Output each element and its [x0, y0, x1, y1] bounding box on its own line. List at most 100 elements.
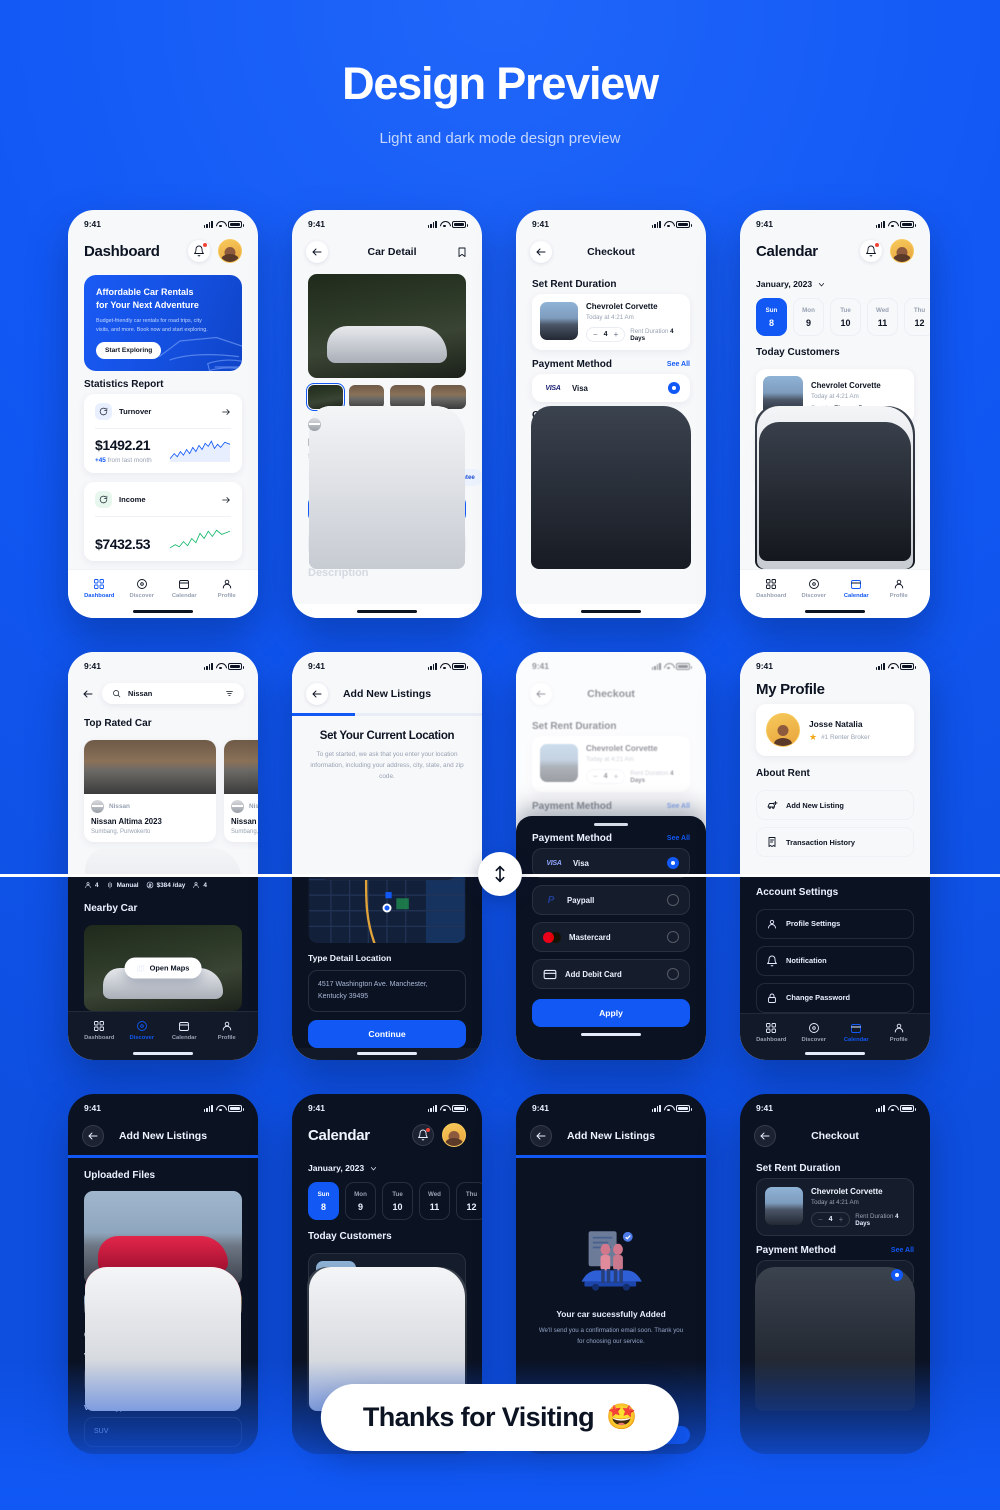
tab-profile[interactable]: Profile [206, 578, 249, 599]
apply-button[interactable]: Apply [532, 999, 690, 1027]
radio[interactable] [667, 894, 679, 906]
day-strip[interactable]: Sun 8 Mon 9 Tue 10 Wed 11 Thu 12 [292, 1173, 482, 1220]
tab-dashboard[interactable]: Dashboard [78, 578, 121, 599]
back-button[interactable] [82, 1125, 104, 1147]
day-tue[interactable]: Tue 10 [830, 298, 861, 336]
car-thumbnails[interactable] [292, 378, 482, 411]
spec-price: $384 /day [146, 881, 185, 889]
tab-bar[interactable]: Dashboard Discover Calendar Profile [68, 1011, 258, 1046]
customer-row[interactable]: Tesla Model S Today at 4:21 Am Rent by K… [756, 491, 914, 545]
tab-bar[interactable]: Dashboard Discover Calendar Profile [68, 569, 258, 604]
notification-button[interactable] [860, 240, 882, 262]
tab-calendar[interactable]: Calendar [835, 1022, 878, 1043]
payment-option-visa[interactable]: VISA Visa [532, 374, 690, 402]
tab-calendar[interactable]: Calendar [163, 1020, 206, 1041]
day-tue[interactable]: Tue 10 [382, 1182, 413, 1220]
menu-notification[interactable]: Notification [756, 945, 914, 976]
stat-card-income[interactable]: Income $7432.53 [84, 482, 242, 562]
tab-profile[interactable]: Profile [206, 1020, 249, 1041]
tab-calendar[interactable]: Calendar [835, 578, 878, 599]
tab-discover[interactable]: Discover [793, 1022, 836, 1043]
menu-transaction-history[interactable]: Transaction History [756, 827, 914, 857]
day-sun[interactable]: Sun 8 [308, 1182, 339, 1220]
map-view[interactable]: Search car type... [308, 874, 466, 944]
back-button[interactable] [530, 241, 552, 263]
see-all-link[interactable]: See All [667, 361, 690, 368]
bookmark-icon[interactable] [456, 246, 468, 258]
duration-stepper[interactable]: − 4 + Rent Duration 4 Days [586, 327, 682, 342]
arrow-right-icon[interactable] [221, 495, 231, 505]
payment-option-add-debit-card[interactable]: Add Debit Card [532, 959, 690, 989]
tab-profile[interactable]: Profile [878, 1022, 921, 1043]
continue-button[interactable]: Continue [308, 1019, 466, 1048]
see-all-link[interactable]: See All [891, 1247, 914, 1254]
avatar[interactable] [218, 239, 242, 263]
search-input[interactable]: Nissan [102, 683, 244, 704]
day-wed[interactable]: Wed 11 [419, 1182, 450, 1220]
increment-button[interactable]: + [614, 330, 619, 339]
tab-bar[interactable]: Dashboard Discover Calendar Profile [740, 569, 930, 604]
thumbnail-4[interactable] [431, 385, 466, 409]
stat-card-turnover[interactable]: Turnover $1492.21 +45 from last month [84, 394, 242, 474]
radio[interactable] [667, 968, 679, 980]
compare-split-handle[interactable] [478, 852, 522, 896]
month-selector[interactable]: January, 2023 [292, 1153, 482, 1173]
payment-option-mastercard[interactable]: Mastercard [532, 922, 690, 952]
uploaded-thumbnails[interactable] [68, 1285, 258, 1316]
day-wed[interactable]: Wed 11 [867, 298, 898, 336]
tab-discover[interactable]: Discover [793, 578, 836, 599]
tab-discover[interactable]: Discover [121, 578, 164, 599]
avatar[interactable] [442, 1123, 466, 1147]
radio-selected[interactable] [667, 857, 679, 869]
menu-change-password[interactable]: Change Password [756, 982, 914, 1013]
tab-dashboard[interactable]: Dashboard [78, 1020, 121, 1041]
menu-add-new-listing[interactable]: Add New Listing [756, 790, 914, 820]
detail-location-input[interactable]: 4517 Washington Ave. Manchester, Kentuck… [308, 970, 466, 1012]
filter-icon[interactable] [225, 689, 234, 698]
decrement-button[interactable]: − [818, 1215, 823, 1224]
duration-stepper[interactable]: −4+ Rent Duration 4 Days [811, 1212, 905, 1227]
see-all-link[interactable]: See All [667, 835, 690, 842]
vehicle-type-input[interactable]: SUV [84, 1417, 242, 1448]
radio-selected[interactable] [891, 1269, 903, 1281]
day-mon[interactable]: Mon 9 [793, 298, 824, 336]
thumbnail-4[interactable] [207, 1291, 242, 1316]
open-maps-button[interactable]: Open Maps [124, 957, 202, 979]
back-button[interactable] [754, 1125, 776, 1147]
customer-row[interactable]: Hyundai Sonata Today at 4:21 Am Rent by … [308, 1316, 466, 1372]
decrement-button[interactable]: − [593, 330, 598, 339]
tab-calendar[interactable]: Calendar [163, 578, 206, 599]
day-thu[interactable]: Thu 12 [456, 1182, 482, 1220]
arrow-left-icon[interactable] [82, 688, 94, 700]
back-button[interactable] [530, 1125, 552, 1147]
day-strip[interactable]: Sun 8 Mon 9 Tue 10 Wed 11 Thu 12 [740, 289, 930, 336]
day-mon[interactable]: Mon 9 [345, 1182, 376, 1220]
profile-card[interactable]: Josse Natalia ★ #1 Renter Broker [756, 704, 914, 756]
top-rated-list[interactable]: Nissan Nissan Altima 2023 Sumbang, Purwo… [68, 733, 258, 842]
tab-discover[interactable]: Discover [121, 1020, 164, 1041]
month-selector[interactable]: January, 2023 [740, 269, 930, 289]
phone-add-listing-location: 9:41 Add New Listings Set Your Current L… [292, 652, 482, 1060]
promo-banner[interactable]: Affordable Car Rentals for Your Next Adv… [84, 275, 242, 372]
tab-bar[interactable]: Dashboard Discover Calendar Profile [740, 1012, 930, 1048]
tab-dashboard[interactable]: Dashboard [750, 1022, 793, 1043]
tab-dashboard[interactable]: Dashboard [750, 578, 793, 599]
increment-button[interactable]: + [839, 1215, 844, 1224]
car-card[interactable]: Nissan Nissan Altima 2023 Sumbang, Purwo… [84, 740, 216, 842]
avatar[interactable] [890, 239, 914, 263]
radio-selected[interactable] [668, 382, 680, 394]
back-button[interactable] [306, 241, 328, 263]
menu-profile-settings[interactable]: Profile Settings [756, 908, 914, 939]
tab-profile[interactable]: Profile [878, 578, 921, 599]
back-button[interactable] [306, 683, 328, 705]
user-icon [768, 919, 776, 929]
day-sun[interactable]: Sun 8 [756, 298, 787, 336]
payment-option-paypal[interactable]: P Paypall [532, 885, 690, 915]
notification-button[interactable] [188, 240, 210, 262]
notification-button[interactable] [412, 1124, 434, 1146]
car-card[interactable]: Nissan Nissan Maxima 2023 Sumbang, Purwo… [224, 740, 258, 842]
day-thu[interactable]: Thu 12 [904, 298, 930, 336]
radio[interactable] [667, 931, 679, 943]
arrow-right-icon[interactable] [221, 407, 231, 417]
start-exploring-button[interactable]: Start Exploring [96, 342, 162, 360]
